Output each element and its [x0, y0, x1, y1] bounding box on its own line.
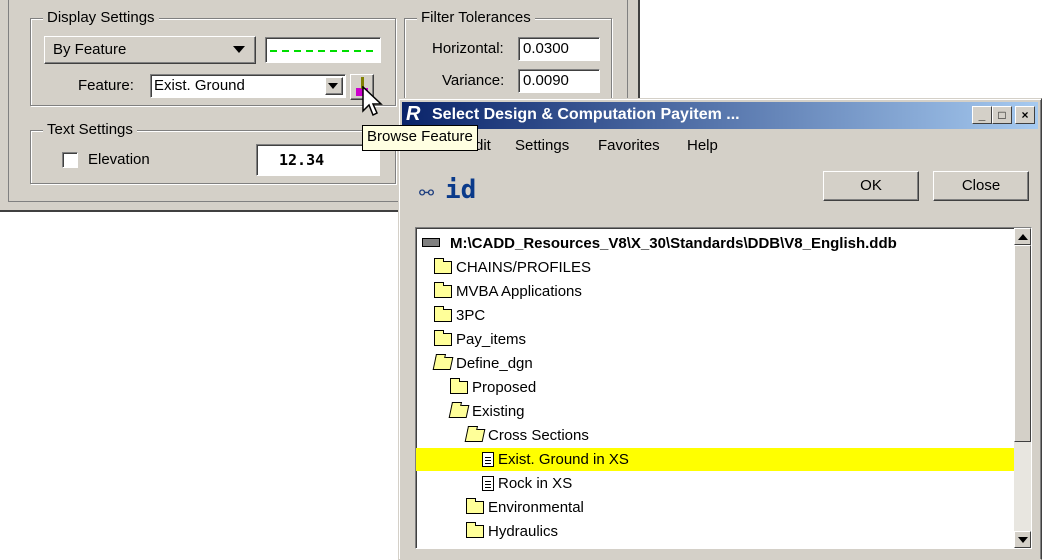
tree-item[interactable]: Environmental [416, 496, 584, 519]
tree-item-label: Pay_items [456, 331, 527, 348]
folder-icon [466, 498, 484, 514]
tree-item[interactable]: CHAINS/PROFILES [416, 256, 591, 279]
display-settings-title: Display Settings [43, 9, 159, 26]
horizontal-tolerance-input[interactable]: 0.0300 [518, 37, 600, 61]
tree-item-label: Exist. Ground in XS [498, 451, 629, 468]
tree-item[interactable]: Rock in XS [416, 472, 572, 495]
find-binoculars-icon[interactable]: ⚯ [419, 183, 434, 204]
close-window-button[interactable]: × [1015, 106, 1035, 124]
feature-dropdown-button[interactable] [325, 77, 343, 95]
tree-item[interactable]: MVBA Applications [416, 280, 582, 303]
document-icon [482, 476, 494, 491]
scroll-up-button[interactable] [1014, 228, 1031, 245]
menu-settings[interactable]: Settings [515, 137, 569, 154]
dialog-title: Select Design & Computation Payitem ... [432, 106, 740, 123]
text-settings-title: Text Settings [43, 121, 137, 138]
folder-icon [434, 306, 452, 322]
display-mode-value: By Feature [53, 41, 127, 58]
scroll-down-button[interactable] [1014, 531, 1031, 548]
select-payitem-dialog: R Select Design & Computation Payitem ..… [398, 98, 1042, 560]
folder-icon [434, 282, 452, 298]
tree-root-label: M:\CADD_Resources_V8\X_30\Standards\DDB\… [450, 235, 897, 252]
variance-tolerance-value: 0.0090 [523, 72, 569, 89]
id-toolbar-button[interactable]: id [445, 175, 476, 205]
tree-scrollbar[interactable] [1014, 228, 1031, 548]
tree-item[interactable]: Define_dgn [416, 352, 533, 375]
chevron-down-icon [1018, 537, 1028, 543]
tree-item[interactable]: Hydraulics [416, 520, 558, 543]
tree-item[interactable]: Existing [416, 400, 525, 423]
dashed-line-preview-icon [270, 50, 378, 52]
elevation-label: Elevation [88, 151, 150, 168]
chevron-down-icon [328, 83, 338, 89]
tree-item-label: CHAINS/PROFILES [456, 259, 592, 276]
tree-item[interactable]: 3PC [416, 304, 485, 327]
tree-item-label: MVBA Applications [456, 283, 582, 300]
tree-item[interactable]: Exist. Ground in XS [416, 448, 1031, 471]
display-mode-dropdown[interactable]: By Feature [44, 36, 256, 64]
app-logo-icon: R [406, 103, 421, 125]
variance-label: Variance: [442, 72, 505, 89]
tree-item-label: 3PC [456, 307, 486, 324]
tree-item-label: Rock in XS [498, 475, 573, 492]
minimize-button[interactable]: _ [972, 106, 992, 124]
chevron-down-icon [233, 46, 245, 53]
ok-button[interactable]: OK [823, 171, 919, 201]
variance-tolerance-input[interactable]: 0.0090 [518, 69, 600, 93]
folder-icon [450, 378, 468, 394]
folder-icon [434, 330, 452, 346]
horizontal-label: Horizontal: [432, 40, 504, 57]
scroll-thumb[interactable] [1014, 245, 1031, 442]
tree-item[interactable]: Cross Sections [416, 424, 589, 447]
feature-combobox[interactable]: Exist. Ground [150, 74, 346, 98]
tooltip-text: Browse Feature [367, 128, 473, 145]
mouse-cursor-icon [362, 86, 383, 117]
feature-label: Feature: [78, 77, 134, 94]
tree-root[interactable]: M:\CADD_Resources_V8\X_30\Standards\DDB\… [422, 232, 897, 255]
tree-item[interactable]: Pay_items [416, 328, 526, 351]
menu-favorites[interactable]: Favorites [598, 137, 660, 154]
feature-value: Exist. Ground [154, 77, 245, 94]
text-preview-value: 12.34 [279, 151, 325, 169]
tree-item-label: Proposed [472, 379, 537, 396]
browse-feature-tooltip: Browse Feature [362, 125, 478, 151]
maximize-button[interactable]: □ [992, 106, 1012, 124]
close-button[interactable]: Close [933, 171, 1029, 201]
menu-help[interactable]: Help [687, 137, 718, 154]
folder-icon [434, 258, 452, 274]
horizontal-tolerance-value: 0.0300 [523, 40, 569, 57]
payitem-tree[interactable]: M:\CADD_Resources_V8\X_30\Standards\DDB\… [415, 227, 1032, 549]
folder-open-icon [432, 357, 454, 370]
folder-icon [466, 522, 484, 538]
tree-item[interactable]: Proposed [416, 376, 536, 399]
elevation-checkbox[interactable] [62, 152, 78, 168]
database-icon [422, 238, 440, 247]
tree-item-label: Cross Sections [488, 427, 589, 444]
folder-open-icon [448, 405, 470, 418]
folder-open-icon [464, 429, 486, 442]
tree-item-label: Define_dgn [456, 355, 533, 372]
tree-item-label: Environmental [488, 499, 584, 516]
line-style-preview [265, 37, 381, 63]
tree-item-label: Hydraulics [488, 523, 559, 540]
document-icon [482, 452, 494, 467]
dialog-titlebar[interactable]: R Select Design & Computation Payitem ..… [402, 102, 1038, 129]
filter-tolerances-title: Filter Tolerances [417, 9, 535, 26]
tree-item-label: Existing [472, 403, 525, 420]
chevron-up-icon [1018, 234, 1028, 240]
